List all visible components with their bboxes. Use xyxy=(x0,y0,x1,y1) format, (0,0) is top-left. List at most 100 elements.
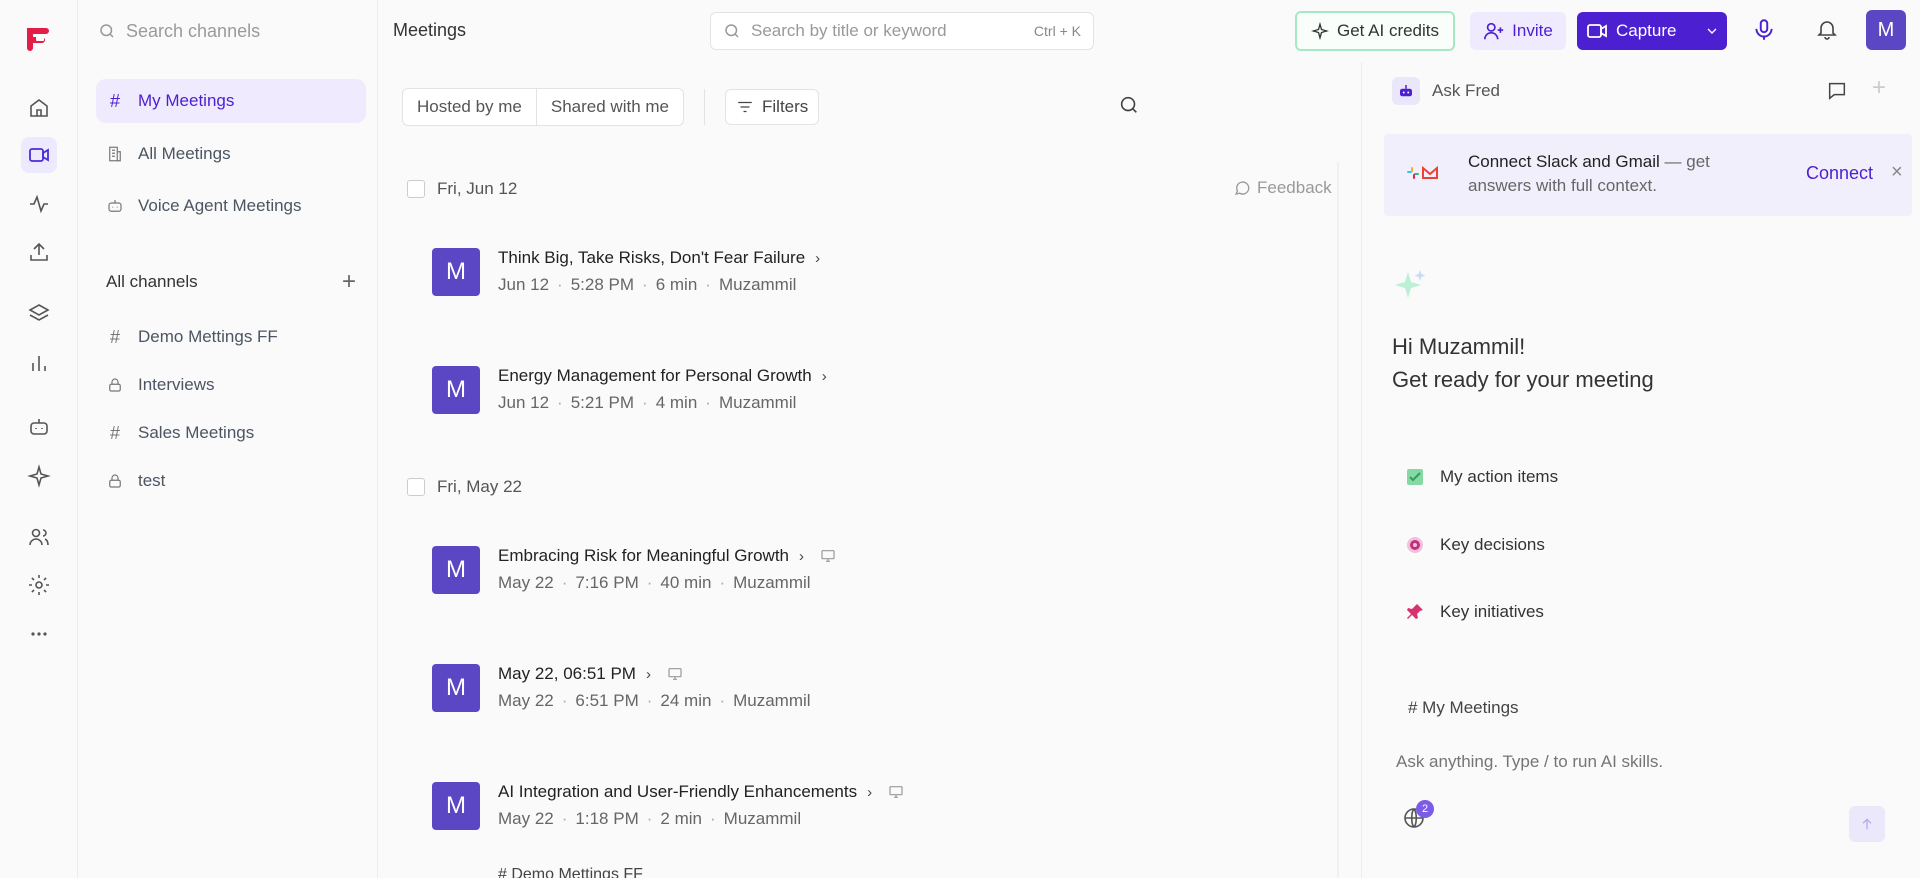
connect-button[interactable]: Connect xyxy=(1806,163,1873,184)
meeting-row[interactable]: M Energy Management for Personal Growth … xyxy=(432,364,827,414)
sidebar-item-label: Demo Mettings FF xyxy=(138,327,278,346)
meeting-meta: May 22 · 1:18 PM · 2 min · Muzammil xyxy=(498,809,802,828)
fred-header: Ask Fred xyxy=(1392,77,1500,105)
sidebar-item-test[interactable]: test xyxy=(96,459,366,503)
video-icon[interactable] xyxy=(21,137,57,173)
filter-bar: Hosted by me Shared with me Filters xyxy=(402,88,820,126)
bar-chart-icon[interactable] xyxy=(21,345,57,381)
sidebar-item-sales-meetings[interactable]: # Sales Meetings xyxy=(96,411,366,455)
layers-icon[interactable] xyxy=(21,296,57,332)
meeting-date: Jun 12 xyxy=(498,275,550,294)
filters-button[interactable]: Filters xyxy=(725,89,820,125)
meeting-title[interactable]: May 22, 06:51 PM xyxy=(498,664,636,684)
pin-icon xyxy=(1404,601,1426,623)
sidebar-item-interviews[interactable]: Interviews xyxy=(96,363,366,407)
prompt-key-initiatives[interactable]: Key initiatives xyxy=(1404,601,1544,623)
bot-icon[interactable] xyxy=(21,409,57,445)
meeting-row[interactable]: M May 22, 06:51 PM › May 22 · 6:51 PM · 24… xyxy=(432,662,811,712)
capture-button[interactable]: Capture xyxy=(1577,12,1727,50)
hosted-by-me-button[interactable]: Hosted by me xyxy=(403,89,536,125)
feedback-button[interactable]: Feedback xyxy=(1233,178,1332,198)
meeting-row[interactable]: M AI Integration and User-Friendly Enhan… xyxy=(432,780,904,830)
channel-tag[interactable]: # Demo Mettings FF xyxy=(498,866,643,878)
meeting-duration: 24 min xyxy=(660,691,712,710)
prompt-label: Key decisions xyxy=(1440,535,1545,554)
prompt-key-decisions[interactable]: Key decisions xyxy=(1404,534,1545,556)
sidebar-item-all-meetings[interactable]: All Meetings xyxy=(96,132,366,176)
search-icon xyxy=(98,22,116,40)
meeting-date: May 22 xyxy=(498,691,554,710)
ask-fred-input[interactable] xyxy=(1396,752,1876,772)
building-icon xyxy=(106,145,124,163)
meeting-duration: 4 min xyxy=(655,393,698,412)
search-icon[interactable] xyxy=(1118,94,1140,116)
video-icon xyxy=(1585,19,1609,43)
channel-search[interactable]: Search channels xyxy=(98,18,260,44)
meeting-time: 1:18 PM xyxy=(575,809,639,828)
meeting-title[interactable]: Energy Management for Personal Growth xyxy=(498,366,812,386)
search-shortcut: Ctrl + K xyxy=(1033,23,1081,39)
bell-icon[interactable] xyxy=(1815,17,1839,41)
chat-bubble-icon xyxy=(1233,179,1251,197)
avatar: M xyxy=(432,664,480,712)
globe-icon[interactable]: 2 xyxy=(1402,800,1434,830)
sparkle-icon[interactable] xyxy=(21,458,57,494)
sidebar-item-voice-agent-meetings[interactable]: Voice Agent Meetings xyxy=(96,184,366,228)
shared-with-me-button[interactable]: Shared with me xyxy=(535,89,683,125)
icon-rail xyxy=(0,0,78,878)
context-channel[interactable]: # My Meetings xyxy=(1408,698,1519,718)
sidebar-item-label: test xyxy=(138,471,166,490)
screen-icon xyxy=(667,666,683,682)
scrollbar[interactable] xyxy=(1337,162,1339,878)
capture-main[interactable]: Capture xyxy=(1577,19,1697,43)
meeting-title-row: Embracing Risk for Meaningful Growth › xyxy=(498,544,836,568)
meeting-title[interactable]: Embracing Risk for Meaningful Growth xyxy=(498,546,789,566)
select-day-checkbox[interactable] xyxy=(407,180,425,198)
hash-icon: # xyxy=(109,422,120,443)
fred-title: Ask Fred xyxy=(1432,81,1501,100)
meeting-title[interactable]: AI Integration and User-Friendly Enhance… xyxy=(498,782,857,802)
chevron-right-icon: › xyxy=(645,665,651,683)
microphone-icon[interactable] xyxy=(1751,17,1777,43)
gear-icon[interactable] xyxy=(21,567,57,603)
new-chat-icon[interactable]: + xyxy=(1872,74,1886,102)
home-icon[interactable] xyxy=(21,90,57,126)
credits-label: Get AI credits xyxy=(1336,21,1440,40)
sparkle-icon xyxy=(1310,22,1329,40)
chat-icon[interactable] xyxy=(1826,80,1848,102)
meeting-time: 7:16 PM xyxy=(575,573,639,592)
send-button[interactable] xyxy=(1849,806,1885,842)
add-channel-icon[interactable]: + xyxy=(342,270,356,294)
sidebar-item-my-meetings[interactable]: # My Meetings xyxy=(96,79,366,123)
meeting-time: 6:51 PM xyxy=(575,691,639,710)
user-avatar[interactable]: M xyxy=(1866,10,1906,50)
meeting-title[interactable]: Think Big, Take Risks, Don't Fear Failur… xyxy=(498,248,805,268)
activity-icon[interactable] xyxy=(21,186,57,222)
more-icon[interactable] xyxy=(21,616,57,652)
users-icon[interactable] xyxy=(21,519,57,555)
page-title: Meetings xyxy=(393,20,467,40)
lock-icon xyxy=(106,376,124,394)
filter-icon xyxy=(736,98,754,116)
meeting-owner: Muzammil xyxy=(723,809,802,828)
meeting-row[interactable]: M Embracing Risk for Meaningful Growth ›… xyxy=(432,544,836,594)
close-icon[interactable]: × xyxy=(1891,161,1903,184)
meeting-date: May 22 xyxy=(498,573,554,592)
get-ai-credits-button[interactable]: Get AI credits xyxy=(1295,11,1455,51)
search-placeholder: Search by title or keyword xyxy=(751,21,947,40)
app-logo[interactable] xyxy=(24,25,52,53)
global-search-input[interactable]: Search by title or keyword Ctrl + K xyxy=(710,12,1094,50)
meeting-duration: 6 min xyxy=(655,275,698,294)
invite-button[interactable]: Invite xyxy=(1470,12,1566,50)
meeting-title-row: Think Big, Take Risks, Don't Fear Failur… xyxy=(498,246,820,270)
connect-bold: Connect Slack and Gmail xyxy=(1468,152,1660,171)
meeting-owner: Muzammil xyxy=(733,691,811,710)
upload-icon[interactable] xyxy=(21,234,57,270)
chevron-down-icon[interactable] xyxy=(1697,12,1727,50)
sidebar-item-demo-mettings-ff[interactable]: # Demo Mettings FF xyxy=(96,315,366,359)
select-day-checkbox[interactable] xyxy=(407,478,425,496)
divider xyxy=(704,89,706,125)
meeting-time: 5:28 PM xyxy=(570,275,635,294)
prompt-my-action-items[interactable]: My action items xyxy=(1404,466,1558,488)
meeting-row[interactable]: M Think Big, Take Risks, Don't Fear Fail… xyxy=(432,246,820,296)
